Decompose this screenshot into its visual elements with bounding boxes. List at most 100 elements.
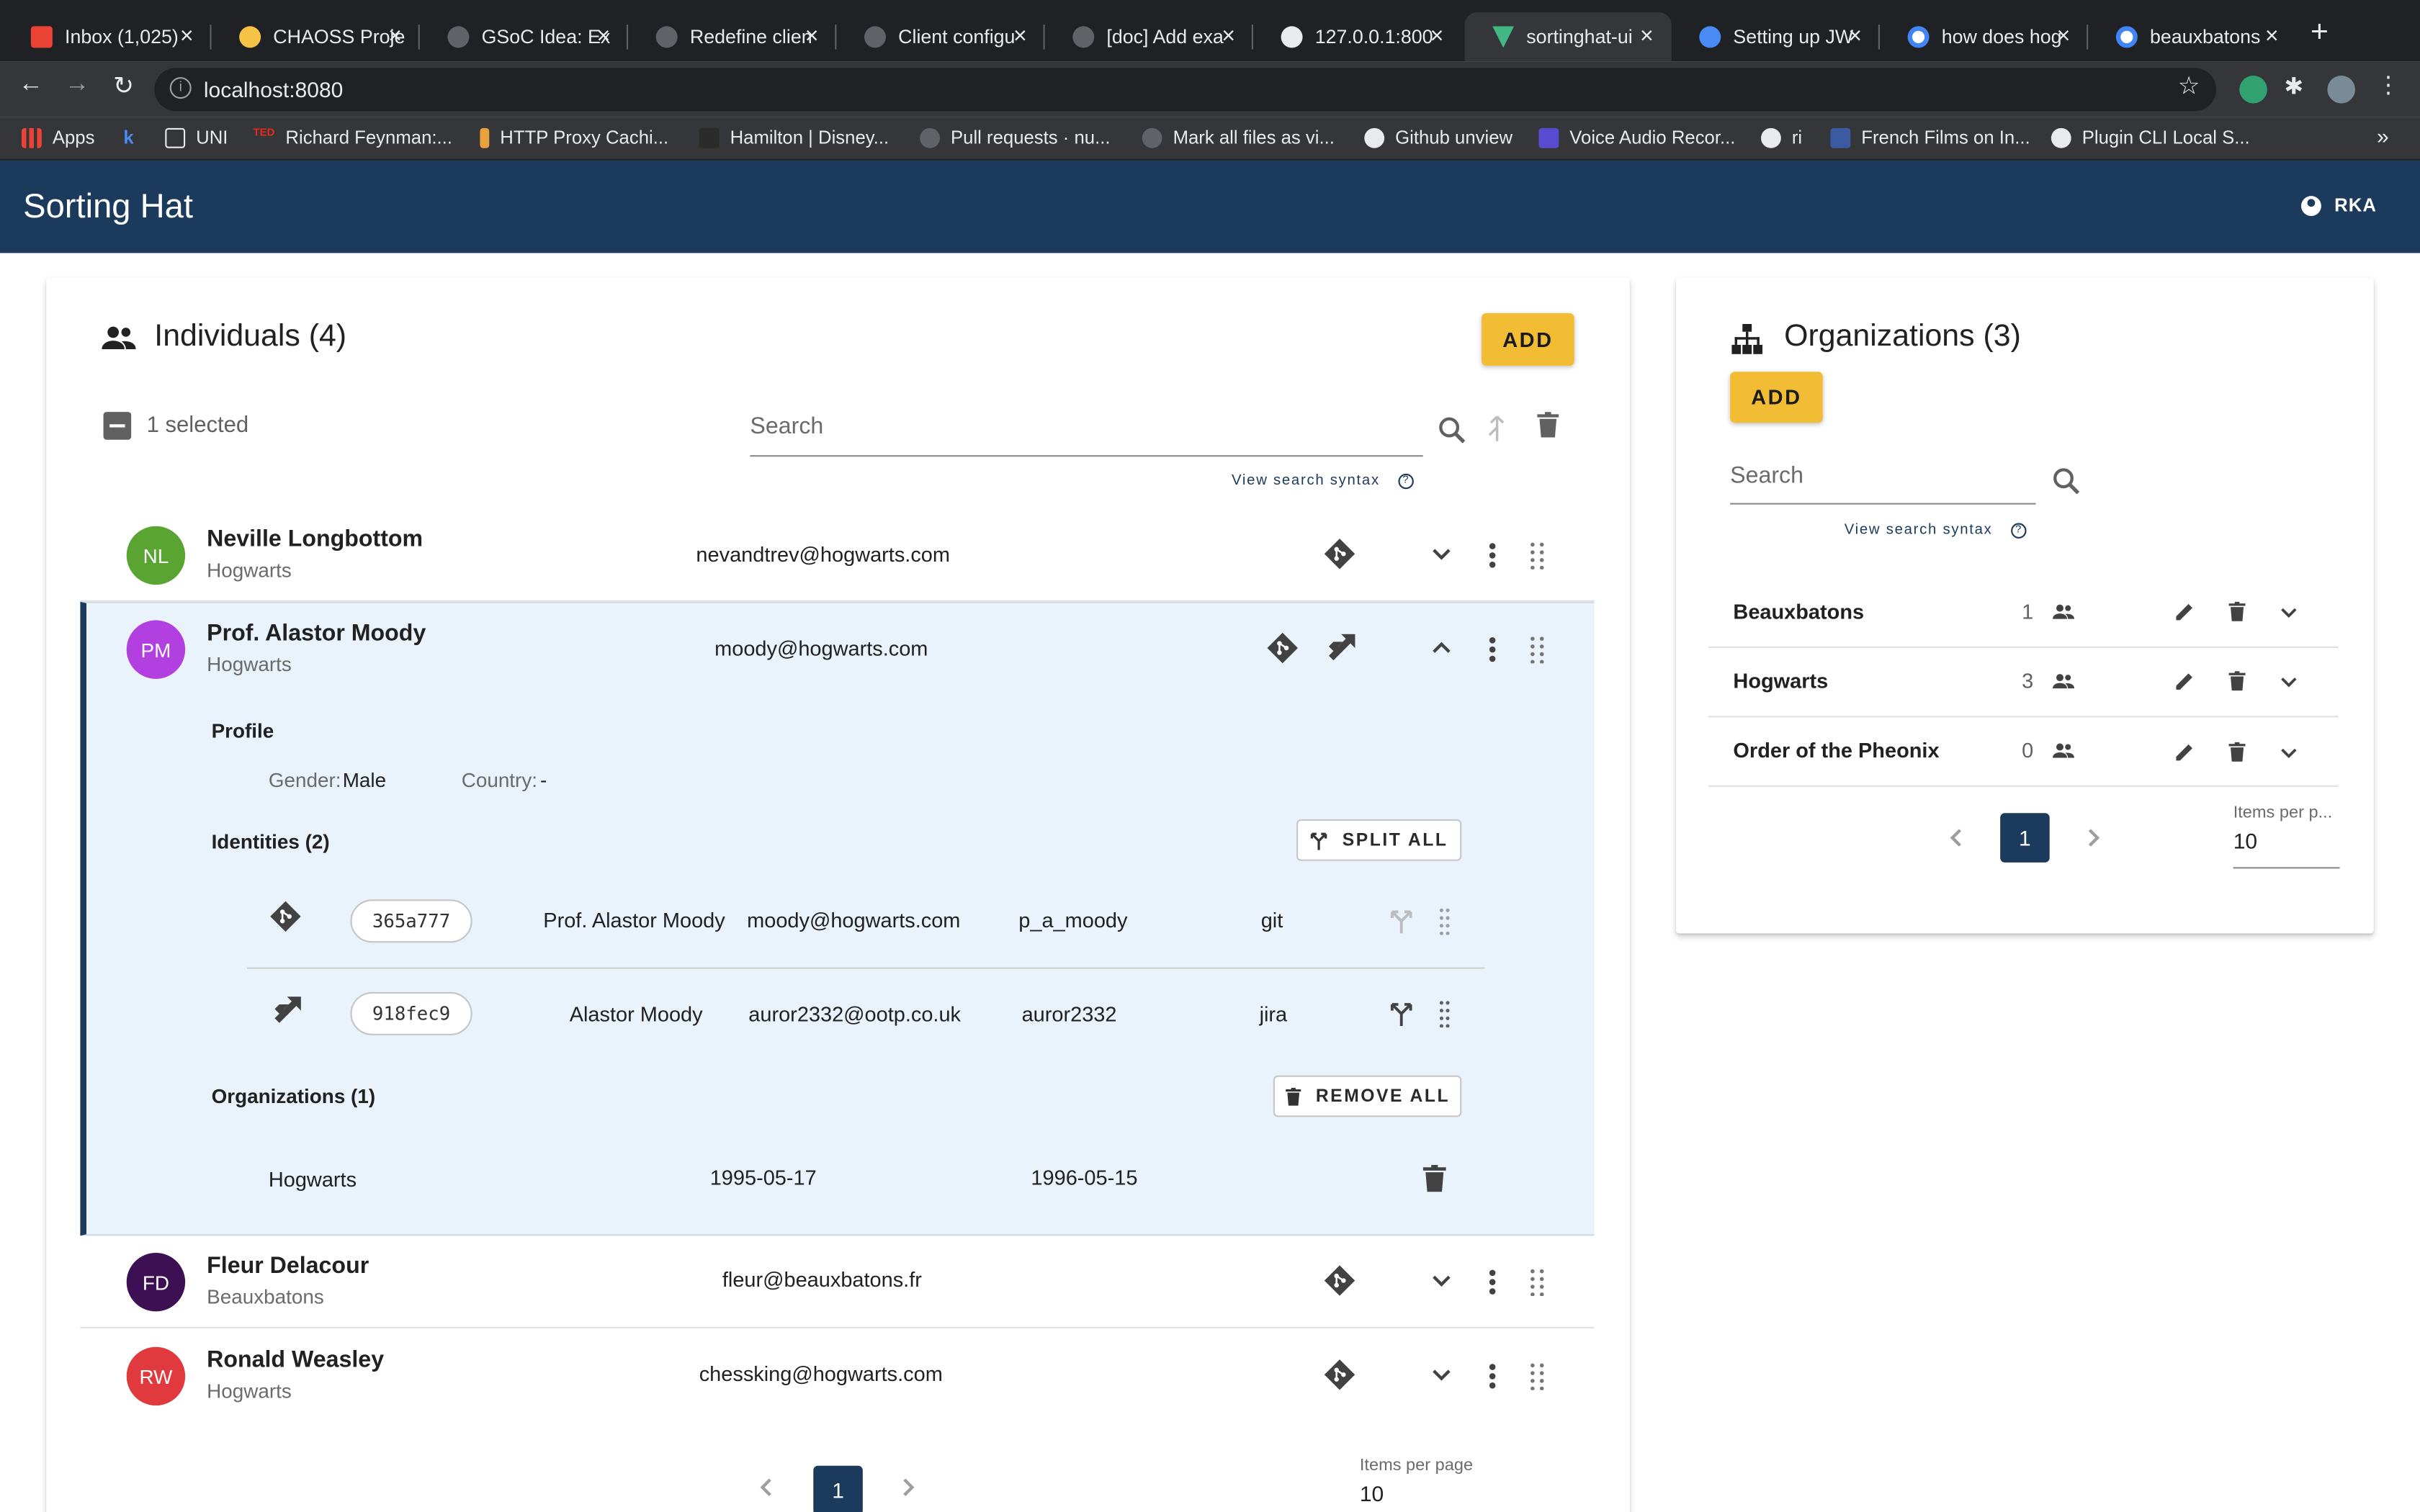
back-icon[interactable]: ← xyxy=(12,71,49,99)
individual-row[interactable]: RW Ronald Weasley Hogwarts chessking@hog… xyxy=(80,1328,1594,1423)
bookmark-item[interactable]: Mark all files as vi... xyxy=(1142,127,1335,148)
close-icon[interactable]: × xyxy=(1843,23,1868,49)
delete-icon[interactable] xyxy=(2228,742,2246,762)
bookmark-item[interactable]: HTTP Proxy Cachi... xyxy=(480,127,668,148)
split-icon[interactable] xyxy=(1389,1002,1414,1026)
edit-icon[interactable] xyxy=(2174,671,2195,691)
page-button-active[interactable]: 1 xyxy=(813,1465,863,1512)
browser-tab[interactable]: beauxbatons × xyxy=(2088,12,2296,62)
bookmark-item[interactable]: k xyxy=(123,127,144,148)
bookmark-item[interactable]: Hamilton | Disney... xyxy=(699,127,889,148)
select-all-checkbox[interactable] xyxy=(103,412,132,440)
split-all-button[interactable]: SPLIT ALL xyxy=(1296,819,1462,861)
delete-icon[interactable] xyxy=(1537,412,1559,438)
puzzle-icon[interactable]: ✱ xyxy=(2284,73,2312,100)
search-icon[interactable] xyxy=(2053,467,2081,495)
close-icon[interactable]: × xyxy=(1008,23,1032,49)
chevron-left-icon[interactable] xyxy=(1948,825,1966,850)
more-bookmarks-button[interactable]: » xyxy=(2377,123,2389,148)
identity-uuid-chip[interactable]: 365a777 xyxy=(350,899,472,943)
delete-icon[interactable] xyxy=(1422,1164,1446,1193)
chevron-down-icon[interactable] xyxy=(2278,602,2300,624)
identity-uuid-chip[interactable]: 918fec9 xyxy=(350,991,472,1035)
user-menu[interactable]: RKA xyxy=(2300,194,2377,216)
individual-row-selected[interactable]: PM Prof. Alastor Moody Hogwarts moody@ho… xyxy=(80,602,1594,696)
delete-icon[interactable] xyxy=(2228,601,2246,622)
close-icon[interactable]: × xyxy=(2259,23,2284,49)
individual-row[interactable]: NL Neville Longbottom Hogwarts nevandtre… xyxy=(80,508,1595,602)
menu-icon[interactable]: ⋮ xyxy=(2377,71,2405,99)
page-button-active[interactable]: 1 xyxy=(2000,813,2050,863)
close-icon[interactable]: × xyxy=(1216,23,1241,49)
enrollment-end-date[interactable]: 1996-05-15 xyxy=(1031,1166,1137,1189)
browser-tab[interactable]: 127.0.0.1:800 × xyxy=(1253,12,1461,62)
drag-handle-icon[interactable] xyxy=(1530,1268,1545,1296)
browser-tab[interactable]: how does hog × xyxy=(1880,12,2089,62)
items-per-page-select[interactable]: 10 xyxy=(1360,1481,1468,1512)
browser-tab[interactable]: Setting up JW × xyxy=(1672,12,1880,62)
more-vert-icon[interactable] xyxy=(1488,1362,1497,1390)
browser-tab[interactable]: Client configu × xyxy=(836,12,1045,62)
chevron-down-icon[interactable] xyxy=(2278,742,2300,764)
close-icon[interactable]: × xyxy=(1425,23,1449,49)
close-icon[interactable]: × xyxy=(174,23,199,49)
bookmark-item[interactable]: Pull requests · nu... xyxy=(920,127,1111,148)
bookmark-folder[interactable]: UNI xyxy=(165,127,228,148)
close-icon[interactable]: × xyxy=(591,23,616,49)
chevron-left-icon[interactable] xyxy=(758,1475,776,1500)
add-individual-button[interactable]: ADD xyxy=(1482,313,1574,366)
search-icon[interactable] xyxy=(1438,417,1466,445)
close-icon[interactable]: × xyxy=(382,23,407,49)
drag-handle-icon[interactable] xyxy=(1438,1000,1451,1028)
browser-tab[interactable]: [doc] Add exa × xyxy=(1045,12,1253,62)
more-vert-icon[interactable] xyxy=(1488,636,1497,664)
info-icon[interactable]: i xyxy=(169,77,192,99)
chevron-down-icon[interactable] xyxy=(1429,1362,1453,1387)
view-search-syntax-link[interactable]: View search syntax ? xyxy=(1845,521,2027,539)
view-search-syntax-link[interactable]: View search syntax ? xyxy=(1232,472,1415,489)
chevron-right-icon[interactable] xyxy=(2084,825,2102,850)
edit-icon[interactable] xyxy=(2174,742,2195,762)
new-tab-button[interactable]: + xyxy=(2311,15,2329,50)
bookmark-apps[interactable]: Apps xyxy=(22,127,94,148)
bookmark-item[interactable]: Voice Audio Recor... xyxy=(1538,127,1735,148)
forward-icon[interactable]: → xyxy=(58,71,95,99)
drag-handle-icon[interactable] xyxy=(1530,1362,1545,1390)
individuals-search-input[interactable]: Search xyxy=(750,413,1423,457)
individual-row[interactable]: FD Fleur Delacour Beauxbatons fleur@beau… xyxy=(80,1234,1595,1328)
bookmark-star-icon[interactable]: ☆ xyxy=(2178,71,2200,102)
chevron-down-icon[interactable] xyxy=(1429,541,1453,566)
browser-tab[interactable]: CHAOSS Proje × xyxy=(212,12,420,62)
remove-all-button[interactable]: REMOVE ALL xyxy=(1273,1075,1462,1117)
avatar[interactable] xyxy=(2327,76,2355,104)
more-vert-icon[interactable] xyxy=(1488,541,1497,570)
chevron-down-icon[interactable] xyxy=(2278,671,2300,693)
address-bar[interactable]: i localhost:8080 xyxy=(154,68,2217,112)
bookmark-item[interactable]: TED Richard Feynman:... xyxy=(253,127,452,148)
browser-tab-active[interactable]: sortinghat-ui × xyxy=(1464,12,1672,62)
merge-icon[interactable] xyxy=(1487,413,1508,441)
bookmark-item[interactable]: French Films on In... xyxy=(1830,127,2030,148)
items-per-page-select[interactable]: 10 xyxy=(2233,829,2340,869)
delete-icon[interactable] xyxy=(2228,671,2246,691)
extension-icon[interactable] xyxy=(2239,76,2267,104)
reload-icon[interactable]: ↻ xyxy=(105,71,142,102)
close-icon[interactable]: × xyxy=(799,23,824,49)
edit-icon[interactable] xyxy=(2174,602,2195,622)
organizations-search-input[interactable]: Search xyxy=(1730,463,2036,505)
browser-tab[interactable]: GSoC Idea: Ex × xyxy=(420,12,629,62)
bookmark-item[interactable]: Github unview xyxy=(1364,127,1512,148)
drag-handle-icon[interactable] xyxy=(1530,541,1545,570)
enrollment-start-date[interactable]: 1995-05-17 xyxy=(710,1166,817,1189)
chevron-up-icon[interactable] xyxy=(1429,636,1453,660)
chevron-right-icon[interactable] xyxy=(898,1475,917,1500)
bookmark-item[interactable]: Plugin CLI Local S... xyxy=(2051,127,2250,148)
close-icon[interactable]: × xyxy=(2051,23,2076,49)
chevron-down-icon[interactable] xyxy=(1429,1268,1453,1292)
more-vert-icon[interactable] xyxy=(1488,1268,1497,1296)
close-icon[interactable]: × xyxy=(1634,23,1659,49)
drag-handle-icon[interactable] xyxy=(1438,907,1451,935)
add-organization-button[interactable]: ADD xyxy=(1730,372,1823,423)
bookmark-item[interactable]: ri xyxy=(1761,127,1802,148)
browser-tab[interactable]: Inbox (1,025) × xyxy=(3,12,212,62)
